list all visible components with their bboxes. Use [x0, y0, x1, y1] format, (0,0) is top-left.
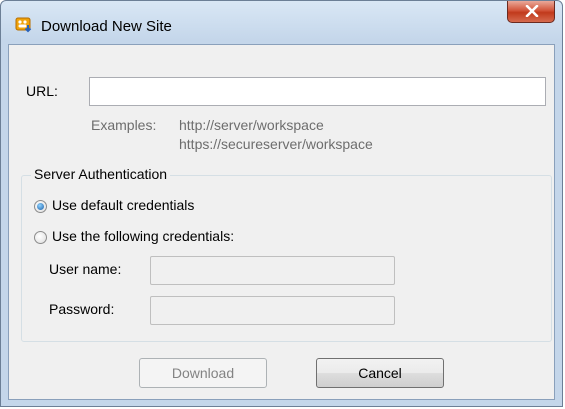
dialog-window: Download New Site URL: Examples: http://… [0, 0, 563, 407]
password-field[interactable] [150, 296, 395, 325]
username-field[interactable] [150, 256, 395, 285]
title-bar[interactable]: Download New Site [1, 1, 562, 43]
username-label: User name: [49, 261, 122, 277]
server-authentication-title: Server Authentication [31, 166, 171, 182]
example-url-1: http://server/workspace [179, 117, 324, 133]
examples-label: Examples: [91, 117, 157, 133]
default-credentials-radio[interactable] [34, 200, 47, 213]
custom-credentials-radio[interactable] [34, 231, 47, 244]
url-label: URL: [26, 83, 58, 99]
close-icon [525, 5, 539, 17]
cancel-button[interactable]: Cancel [316, 358, 444, 388]
site-download-icon [15, 16, 33, 33]
close-button[interactable] [507, 1, 555, 23]
url-input[interactable] [89, 77, 546, 106]
dialog-body: URL: Examples: http://server/workspace h… [8, 44, 555, 400]
password-label: Password: [49, 301, 115, 317]
download-button[interactable]: Download [139, 358, 267, 388]
default-credentials-label[interactable]: Use default credentials [52, 197, 194, 213]
window-title: Download New Site [41, 18, 172, 35]
example-url-2: https://secureserver/workspace [179, 136, 373, 152]
custom-credentials-label[interactable]: Use the following credentials: [52, 228, 234, 244]
